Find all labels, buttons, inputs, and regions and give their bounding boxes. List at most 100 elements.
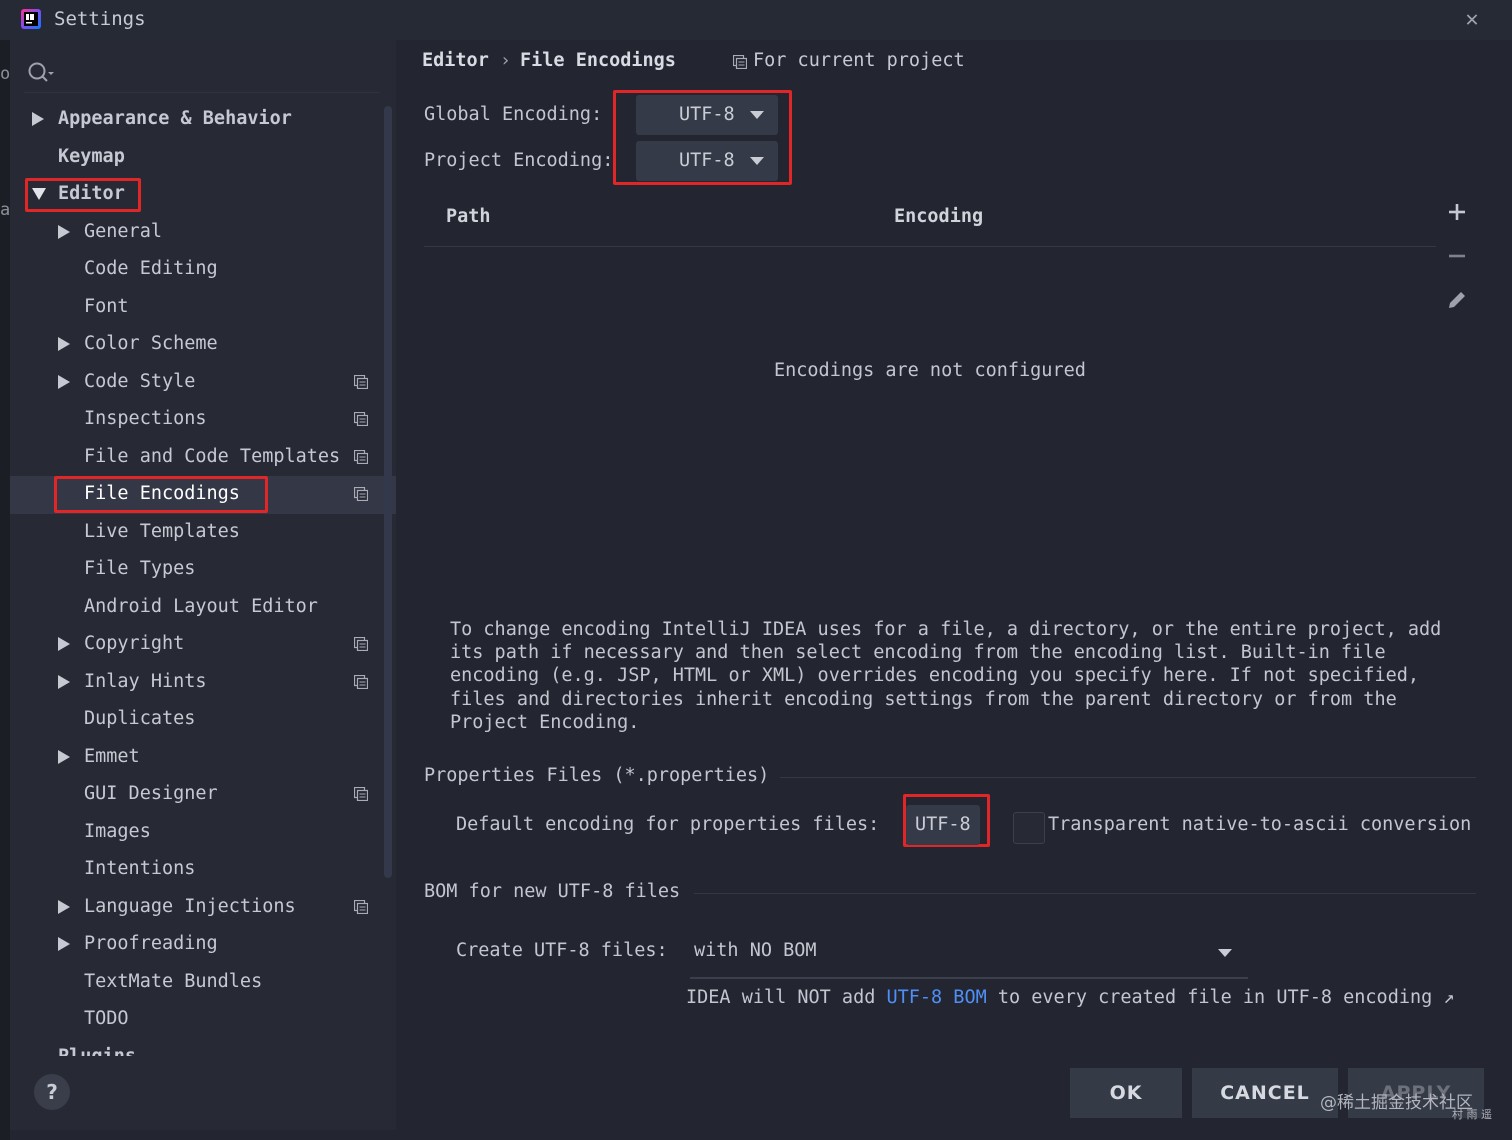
sidebar-item-label: File and Code Templates [84,446,341,467]
chevron-down-icon [750,111,764,119]
breadcrumb-editor[interactable]: Editor [422,50,489,71]
window-title: Settings [54,8,146,30]
intellij-idea-icon [21,9,41,29]
sidebar-item-color-scheme[interactable]: Color Scheme [10,327,380,361]
annotation-box-file-encodings [54,476,268,513]
sidebar-item-label: Inspections [84,408,207,429]
sidebar-item-appearance-behavior[interactable]: Appearance & Behavior [10,102,380,136]
search-icon [28,62,54,82]
scope-label: For current project [753,50,965,71]
sidebar-item-emmet[interactable]: Emmet [10,740,380,774]
project-scope-icon [354,900,368,914]
utf8-bom-link[interactable]: UTF-8 BOM [886,987,986,1008]
peek-char: o [0,64,11,84]
sidebar-item-label: TextMate Bundles [84,971,263,992]
properties-encoding-value: UTF-8 [915,814,971,835]
expand-arrow-right-icon[interactable] [58,637,70,651]
help-description: To change encoding IntelliJ IDEA uses fo… [450,619,1442,733]
sidebar-item-label: Color Scheme [84,333,218,354]
sidebar-item-label: Plugins [58,1040,136,1056]
sidebar-item-copyright[interactable]: Copyright [10,627,380,661]
global-encoding-value: UTF-8 [679,104,735,125]
sidebar-item-label: Emmet [84,746,140,767]
add-icon[interactable] [1445,200,1469,224]
project-scope-icon [354,375,368,389]
properties-default-label: Default encoding for properties files: [456,814,880,835]
sidebar-item-label: Code Style [84,371,196,392]
chevron-down-icon [750,157,764,165]
sidebar-item-language-injections[interactable]: Language Injections [10,890,380,924]
breadcrumb-file-encodings: File Encodings [520,50,676,71]
sidebar-item-file-and-code-templates[interactable]: File and Code Templates [10,440,380,474]
table-empty-text: Encodings are not configured [774,360,1086,381]
sidebar-item-label: Keymap [58,146,125,167]
section-divider [694,893,1476,894]
sidebar-item-general[interactable]: General [10,215,380,249]
sidebar-item-label: GUI Designer [84,783,218,804]
sidebar-item-live-templates[interactable]: Live Templates [10,515,380,549]
transparent-conversion-checkbox[interactable] [1013,812,1045,844]
expand-arrow-right-icon[interactable] [58,937,70,951]
search-input[interactable] [24,56,380,93]
cancel-button[interactable]: CANCEL [1192,1068,1338,1118]
breadcrumb-separator: › [500,50,511,71]
expand-arrow-right-icon[interactable] [58,750,70,764]
transparent-conversion-label[interactable]: Transparent native-to-ascii conversion [1048,814,1471,835]
sidebar-item-font[interactable]: Font [10,290,380,324]
edit-icon[interactable] [1445,288,1469,312]
expand-arrow-right-icon[interactable] [58,375,70,389]
sidebar-item-duplicates[interactable]: Duplicates [10,702,380,736]
sidebar-item-plugins[interactable]: Plugins [10,1040,380,1056]
title-bar: Settings ✕ [0,0,1512,40]
sidebar-item-inspections[interactable]: Inspections [10,402,380,436]
sidebar-item-inlay-hints[interactable]: Inlay Hints [10,665,380,699]
sidebar-item-label: Android Layout Editor [84,596,318,617]
project-encoding-label: Project Encoding: [424,150,614,171]
watermark-signature: 村 雨 遥 [1452,1108,1492,1121]
sidebar-item-label: Code Editing [84,258,218,279]
remove-icon[interactable] [1445,244,1469,268]
sidebar-item-keymap[interactable]: Keymap [10,140,380,174]
sidebar-item-label: TODO [84,1008,129,1029]
sidebar-item-intentions[interactable]: Intentions [10,852,380,886]
sidebar-item-android-layout-editor[interactable]: Android Layout Editor [10,590,380,624]
sidebar-item-todo[interactable]: TODO [10,1002,380,1036]
project-scope-icon [354,412,368,426]
create-utf8-label: Create UTF-8 files: [456,940,668,961]
help-button[interactable]: ? [34,1074,70,1110]
ok-button[interactable]: OK [1070,1068,1182,1118]
sidebar-item-label: Duplicates [84,708,196,729]
sidebar-item-label: Live Templates [84,521,240,542]
sidebar-item-images[interactable]: Images [10,815,380,849]
sidebar-item-gui-designer[interactable]: GUI Designer [10,777,380,811]
create-utf8-dropdown[interactable]: with NO BOM [690,932,1248,976]
sidebar-item-code-editing[interactable]: Code Editing [10,252,380,286]
expand-arrow-right-icon[interactable] [58,337,70,351]
project-encoding-value: UTF-8 [679,150,735,171]
expand-arrow-right-icon[interactable] [58,675,70,689]
annotation-box-editor [25,178,141,212]
expand-arrow-right-icon[interactable] [58,900,70,914]
project-scope-icon [354,637,368,651]
bom-note: IDEA will NOT add UTF-8 BOM to every cre… [686,987,1455,1008]
expand-arrow-right-icon[interactable] [32,112,44,126]
close-icon[interactable]: ✕ [1460,8,1484,32]
sidebar-item-file-types[interactable]: File Types [10,552,380,586]
column-header-encoding[interactable]: Encoding [894,206,983,227]
sidebar-item-textmate-bundles[interactable]: TextMate Bundles [10,965,380,999]
sidebar-item-label: Font [84,296,129,317]
sidebar-item-label: Language Injections [84,896,296,917]
sidebar-item-label: File Types [84,558,196,579]
sidebar-item-code-style[interactable]: Code Style [10,365,380,399]
encodings-table-header: Path Encoding [424,196,1436,247]
sidebar-item-proofreading[interactable]: Proofreading [10,927,380,961]
expand-arrow-right-icon[interactable] [58,225,70,239]
properties-encoding-dropdown[interactable]: UTF-8 [906,805,980,845]
project-encoding-dropdown[interactable]: UTF-8 [636,141,778,181]
chevron-down-icon [1218,949,1232,957]
background-window-strip: e o a [0,0,10,1140]
column-header-path[interactable]: Path [446,206,491,227]
sidebar-scrollbar[interactable] [384,106,392,878]
create-utf8-value: with NO BOM [694,940,817,961]
global-encoding-dropdown[interactable]: UTF-8 [636,95,778,135]
